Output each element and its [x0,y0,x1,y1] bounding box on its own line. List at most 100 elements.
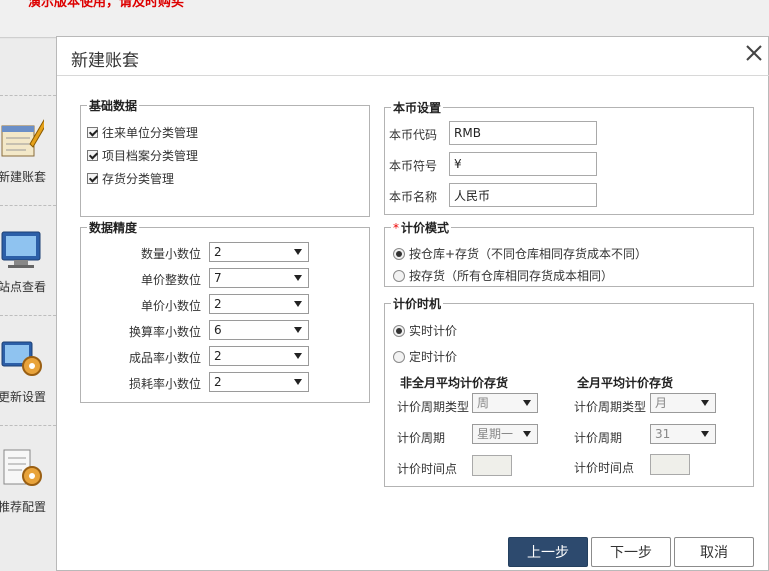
currency-name-input[interactable] [449,183,597,207]
new-ledger-dialog: 新建账套 基础数据 往来单位分类管理 项目档案分类管理 存货分类管理 数据精度 … [56,36,769,571]
precision-row: 单价小数位 2 [81,294,371,314]
full-period-select[interactable]: 31 [650,424,716,444]
non-full-period-type-label: 计价周期类型 [397,400,470,414]
non-full-period-type-select[interactable]: 周 [472,393,538,413]
currency-title: 本币设置 [391,99,444,116]
radio-selected[interactable] [393,247,405,260]
radio-label: 按存货（所有仓库相同存货成本相同） [409,269,614,283]
currency-symbol-input[interactable] [449,152,597,176]
sidebar-item-label: 站点查看 [0,280,47,294]
pricing-time-group: 计价时机 实时计价 定时计价 非全月平均计价存货 计价周期类型 周 计价周期 星… [384,295,754,487]
precision-label: 单价整数位 [140,273,201,287]
precision-label: 成品率小数位 [128,351,201,365]
non-full-time-label: 计价时间点 [397,462,458,476]
full-period-type-label: 计价周期类型 [574,400,647,414]
sidebar-item-label: 新建账套 [0,170,47,184]
currency-code-label: 本币代码 [389,128,438,142]
basic-data-title: 基础数据 [87,97,140,114]
basic-item-row[interactable]: 往来单位分类管理 [87,124,198,141]
precision-select[interactable]: 2 [209,372,309,392]
precision-select[interactable]: 6 [209,320,309,340]
document-gear-icon [3,449,42,486]
precision-row: 换算率小数位 6 [81,320,371,340]
chevron-down-icon [294,275,302,281]
monitor-gear-icon [1,341,42,376]
radio-selected[interactable] [393,324,405,337]
pricing-time-option[interactable]: 定时计价 [393,348,457,365]
chevron-down-icon [701,431,709,437]
checkbox-checked[interactable] [87,127,98,138]
required-mark: * [393,221,399,235]
chevron-down-icon [294,379,302,385]
sidebar-item-new-ledger[interactable]: 新建账套 [0,95,56,205]
non-full-period-label: 计价周期 [397,431,446,445]
precision-select[interactable]: 2 [209,346,309,366]
sidebar-item-site-view[interactable]: 站点查看 [0,205,56,315]
full-period-type-select[interactable]: 月 [650,393,716,413]
precision-row: 损耗率小数位 2 [81,372,371,392]
non-full-time-input[interactable] [472,455,512,476]
chevron-down-icon [294,327,302,333]
precision-label: 损耗率小数位 [128,377,201,391]
full-time-input[interactable] [650,454,690,475]
basic-item-row[interactable]: 项目档案分类管理 [87,147,198,164]
precision-select[interactable]: 7 [209,268,309,288]
pricing-mode-option[interactable]: 按仓库+存货（不同仓库相同存货成本不同） [393,245,647,262]
chevron-down-icon [523,431,531,437]
full-time-label: 计价时间点 [574,461,635,475]
pricing-mode-title: * 计价模式 [391,219,452,236]
radio-label: 定时计价 [409,350,458,364]
precision-label: 数量小数位 [140,247,201,261]
chevron-down-icon [294,301,302,307]
non-full-period-select[interactable]: 星期一 [472,424,538,444]
app-sidebar: 新建账套 站点查看 更新设置 推荐配置 [0,39,56,571]
title-divider [57,75,769,76]
currency-code-input[interactable] [449,121,597,145]
full-period-label: 计价周期 [574,431,623,445]
precision-row: 单价整数位 7 [81,268,371,288]
checkbox-checked[interactable] [87,150,98,161]
pricing-mode-group: * 计价模式 按仓库+存货（不同仓库相同存货成本不同） 按存货（所有仓库相同存货成… [384,219,754,287]
prev-step-button[interactable]: 上一步 [508,537,588,567]
checkbox-checked[interactable] [87,173,98,184]
ledger-pencil-icon [1,119,44,157]
data-precision-group: 数据精度 数量小数位 2 单价整数位 7 单价小数位 2 换算率小数位 6 成品… [80,219,371,403]
radio-label: 实时计价 [409,324,458,338]
sidebar-item-recommended-config[interactable]: 推荐配置 [0,425,56,535]
pricing-mode-option[interactable]: 按存货（所有仓库相同存货成本相同） [393,267,613,284]
precision-label: 换算率小数位 [128,325,201,339]
non-full-month-title: 非全月平均计价存货 [400,376,509,390]
chevron-down-icon [294,353,302,359]
sidebar-item-label: 推荐配置 [0,500,47,514]
data-precision-title: 数据精度 [87,219,140,236]
precision-row: 成品率小数位 2 [81,346,371,366]
chevron-down-icon [294,249,302,255]
basic-data-group: 基础数据 往来单位分类管理 项目档案分类管理 存货分类管理 [80,97,370,217]
checkbox-label: 存货分类管理 [102,172,175,186]
pricing-time-title: 计价时机 [391,295,444,312]
precision-label: 单价小数位 [140,299,201,313]
currency-symbol-label: 本币符号 [389,159,438,173]
chevron-down-icon [701,400,709,406]
chevron-down-icon [523,400,531,406]
precision-row: 数量小数位 2 [81,242,371,262]
currency-group: 本币设置 本币代码 本币符号 本币名称 [384,99,754,215]
pricing-time-option[interactable]: 实时计价 [393,322,457,339]
currency-name-label: 本币名称 [389,190,438,204]
demo-notice: 演示版本使用，请及时购买 [28,0,185,10]
next-step-button[interactable]: 下一步 [591,537,671,567]
monitor-icon [1,231,41,268]
precision-select[interactable]: 2 [209,242,309,262]
checkbox-label: 项目档案分类管理 [102,149,199,163]
radio-unselected[interactable] [393,350,405,363]
full-month-title: 全月平均计价存货 [577,376,674,390]
cancel-button[interactable]: 取消 [674,537,754,567]
sidebar-item-update-settings[interactable]: 更新设置 [0,315,56,425]
radio-unselected[interactable] [393,269,405,282]
dialog-title: 新建账套 [71,51,139,71]
close-icon[interactable] [744,43,764,63]
radio-label: 按仓库+存货（不同仓库相同存货成本不同） [409,247,648,261]
basic-item-row[interactable]: 存货分类管理 [87,170,174,187]
checkbox-label: 往来单位分类管理 [102,126,199,140]
precision-select[interactable]: 2 [209,294,309,314]
